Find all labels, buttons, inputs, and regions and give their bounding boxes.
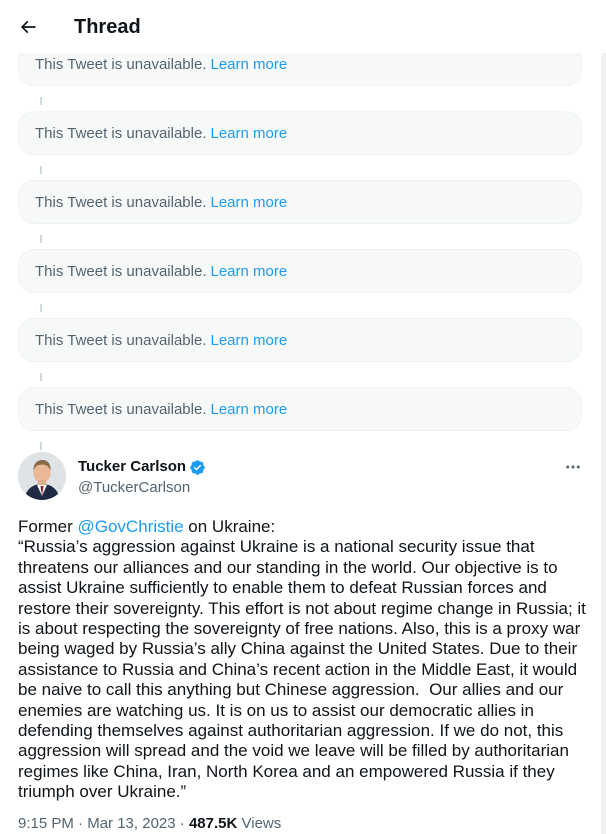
thread-connector [40,304,42,312]
unavailable-text: This Tweet is unavailable. [35,400,207,418]
back-button[interactable] [10,9,46,45]
author-name-row[interactable]: Tucker Carlson [78,457,206,477]
tweet-intro-after: on Ukraine: [183,517,276,536]
thread-connector [40,166,42,174]
thread-connector [40,97,42,105]
author-handle[interactable]: @TuckerCarlson [78,478,190,498]
tweet-intro-before: Former [18,517,78,536]
thread-connector [40,442,42,450]
learn-more-link[interactable]: Learn more [210,125,287,142]
unavailable-text: This Tweet is unavailable. [35,55,207,73]
unavailable-tweet: This Tweet is unavailable. Learn more [18,180,582,224]
unavailable-tweet: This Tweet is unavailable. Learn more [18,387,582,431]
views-count[interactable]: 487.5K [189,815,237,832]
learn-more-link[interactable]: Learn more [210,401,287,418]
tweet-date[interactable]: Mar 13, 2023 [87,815,175,832]
learn-more-link[interactable]: Learn more [210,194,287,211]
tweet-text: Former @GovChristie on Ukraine: “Russia’… [18,517,588,803]
verified-badge-icon [190,459,205,475]
learn-more-link[interactable]: Learn more [210,56,287,73]
unavailable-text: This Tweet is unavailable. [35,193,207,211]
avatar-image [18,452,66,500]
thread-connector [40,235,42,243]
arrow-left-icon [20,20,36,34]
unavailable-tweet: This Tweet is unavailable. Learn more [18,249,582,293]
avatar[interactable] [18,452,66,500]
learn-more-link[interactable]: Learn more [210,263,287,280]
top-bar: Thread [0,0,606,53]
unavailable-tweet: This Tweet is unavailable. Learn more [18,318,582,362]
tweet-time[interactable]: 9:15 PM [18,815,74,832]
learn-more-link[interactable]: Learn more [210,332,287,349]
more-options-button[interactable] [556,453,590,481]
tweet-body: “Russia’s aggression against Ukraine is … [18,537,591,802]
unavailable-tweet: This Tweet is unavailable. Learn more [18,111,582,155]
more-dots-icon [566,465,580,469]
scrollbar[interactable] [601,0,606,834]
author-name[interactable]: Tucker Carlson [78,457,186,477]
mention-link[interactable]: @GovChristie [78,517,184,536]
views-label: Views [241,815,282,832]
tweet-meta: 9:15 PM · Mar 13, 2023 · 487.5K Views [18,815,282,832]
page-title: Thread [74,16,141,38]
unavailable-text: This Tweet is unavailable. [35,331,207,349]
thread-connector [40,373,42,381]
unavailable-text: This Tweet is unavailable. [35,124,207,142]
unavailable-text: This Tweet is unavailable. [35,262,207,280]
